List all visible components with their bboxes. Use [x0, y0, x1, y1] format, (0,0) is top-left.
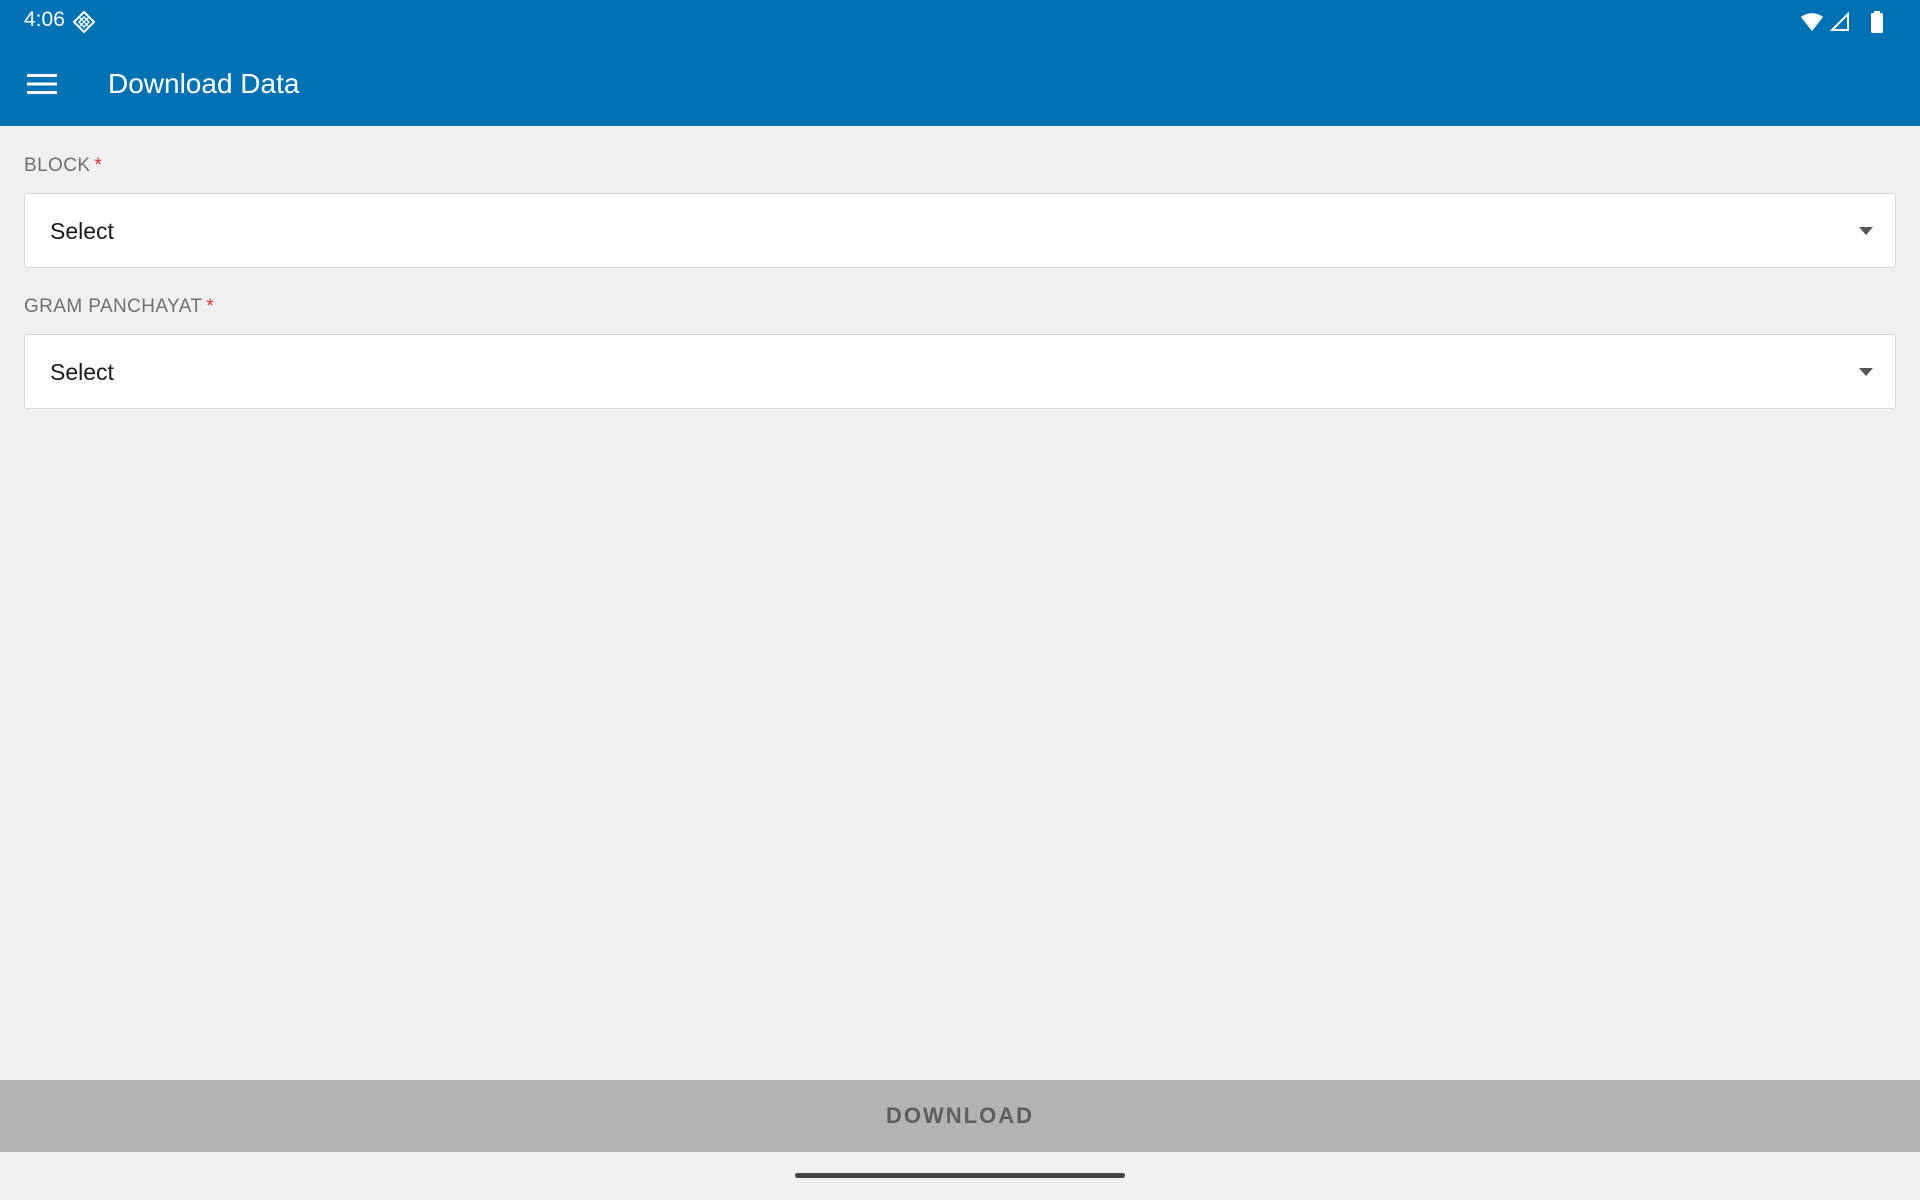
chevron-down-icon	[1857, 365, 1875, 377]
download-button[interactable]: DOWNLOAD	[0, 1080, 1920, 1152]
chevron-down-icon	[1857, 224, 1875, 236]
required-mark: *	[94, 155, 103, 176]
home-indicator[interactable]	[795, 1173, 1125, 1178]
gram-panchayat-label: GRAM PANCHAYAT *	[24, 296, 214, 318]
required-mark: *	[206, 296, 215, 317]
toolbar: Download Data	[0, 42, 1920, 126]
block-label-text: BLOCK	[24, 155, 91, 176]
diamond-grid-icon	[72, 10, 96, 34]
gram-panchayat-select[interactable]: Select	[24, 334, 1896, 409]
status-icons	[1800, 10, 1884, 34]
app-bar: 4:06 Download Data	[0, 0, 1920, 126]
block-label: BLOCK *	[24, 155, 102, 177]
menu-icon[interactable]	[18, 60, 66, 108]
battery-icon	[1870, 11, 1884, 33]
status-bar: 4:06	[0, 0, 1920, 42]
block-select[interactable]: Select	[24, 193, 1896, 268]
signal-icon	[1830, 12, 1850, 32]
gram-panchayat-label-text: GRAM PANCHAYAT	[24, 296, 203, 317]
gram-panchayat-select-value: Select	[50, 359, 114, 385]
wifi-icon	[1800, 12, 1824, 32]
page-title: Download Data	[108, 68, 300, 99]
download-button-label: DOWNLOAD	[886, 1103, 1034, 1128]
block-select-value: Select	[50, 218, 114, 244]
status-time: 4:06	[24, 8, 65, 31]
